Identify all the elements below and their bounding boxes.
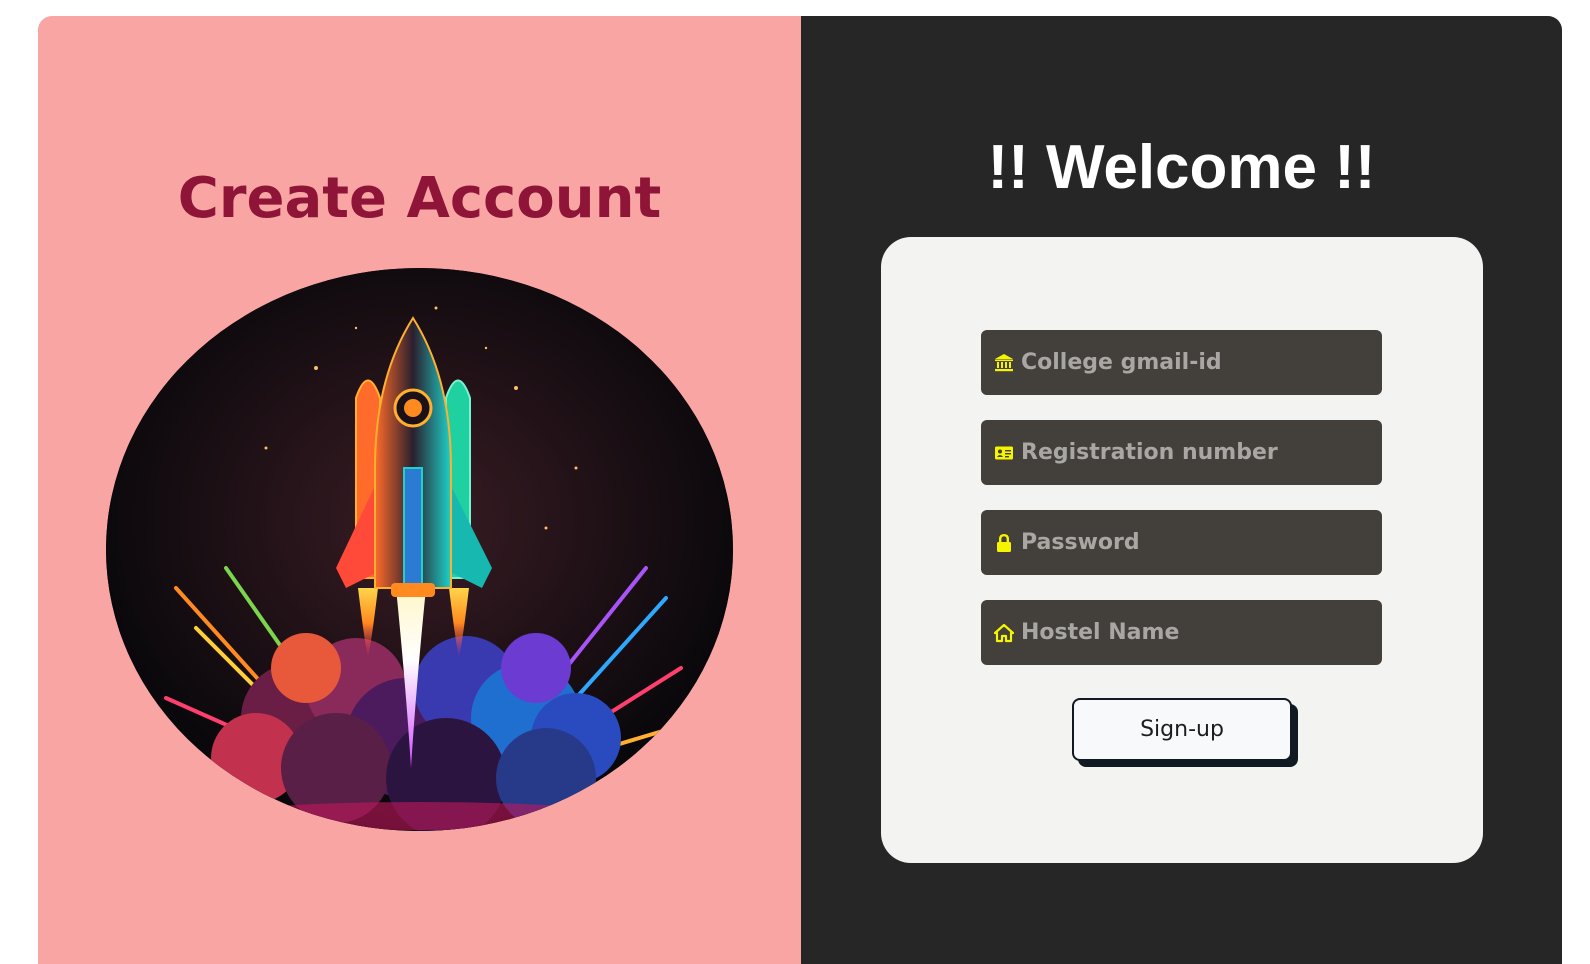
create-account-heading: Create Account <box>177 166 662 231</box>
sign-up-button[interactable]: Sign-up <box>1072 698 1292 761</box>
college-email-field-wrapper <box>981 330 1382 395</box>
home-icon <box>993 622 1015 644</box>
id-card-icon <box>993 442 1015 464</box>
signup-page: Create Account !! Welcome !! College gma… <box>38 16 1562 964</box>
hostel-name-field-wrapper <box>981 600 1382 665</box>
registration-number-field-wrapper <box>981 420 1382 485</box>
college-email-input[interactable] <box>1021 350 1361 375</box>
registration-number-input[interactable] <box>1021 440 1361 465</box>
hostel-name-input[interactable] <box>1021 620 1361 645</box>
welcome-heading: !! Welcome !! <box>987 133 1376 202</box>
lock-icon <box>993 532 1015 554</box>
left-panel: Create Account <box>38 16 801 964</box>
signup-form: Sign-up <box>881 237 1483 863</box>
rocket-launch-illustration <box>106 268 733 831</box>
right-panel: !! Welcome !! College gmail-id Registrat… <box>801 16 1562 964</box>
password-input[interactable] <box>1021 530 1361 555</box>
password-field-wrapper <box>981 510 1382 575</box>
institution-icon <box>993 352 1015 374</box>
